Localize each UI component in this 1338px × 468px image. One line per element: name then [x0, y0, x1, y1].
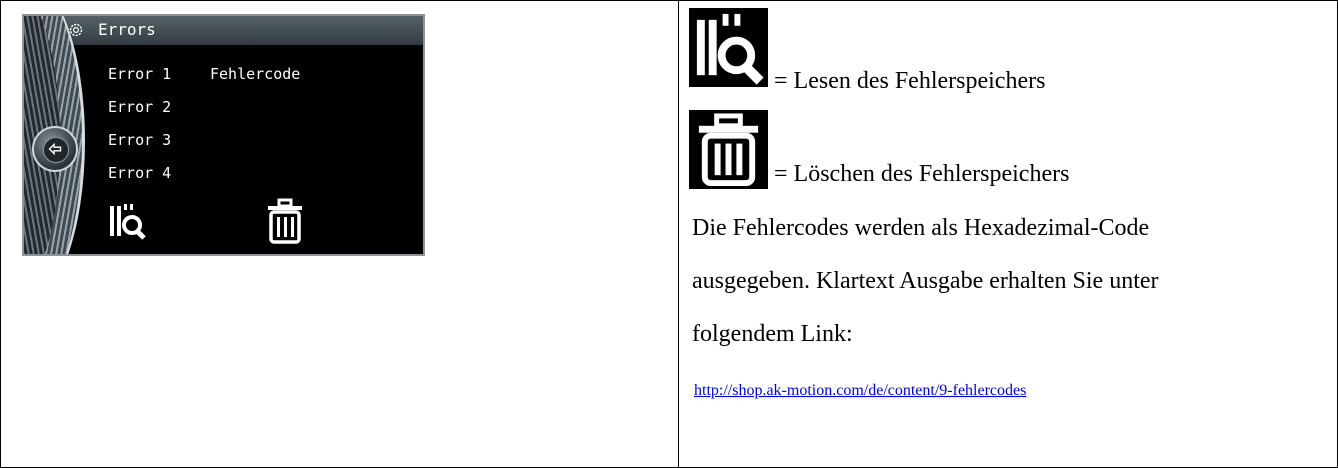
error-item-4[interactable]: Error 4 [108, 164, 171, 182]
table-top-border [0, 0, 1338, 1]
error-code-label: Fehlercode [210, 65, 301, 83]
read-legend-text: = Lesen des Fehlerspeichers [774, 68, 1046, 94]
error-item-3[interactable]: Error 3 [108, 131, 171, 149]
trash-legend-icon [689, 110, 768, 189]
back-icon [43, 137, 69, 163]
trash-icon[interactable] [265, 198, 305, 244]
description-line-2: ausgegeben. Klartext Ausgabe erhalten Si… [692, 268, 1159, 294]
description-line-3: folgendem Link: [692, 321, 853, 347]
error-item-2[interactable]: Error 2 [108, 98, 171, 116]
gear-icon [69, 23, 83, 37]
error-codes-link[interactable]: http://shop.ak-motion.com/de/content/9-f… [694, 382, 1026, 400]
description-line-1: Die Fehlercodes werden als Hexadezimal-C… [692, 215, 1150, 241]
read-error-memory-legend-icon [689, 8, 768, 87]
table-left-border [0, 0, 1, 468]
error-item-1[interactable]: Error 1 [108, 65, 171, 83]
document-table: Errors Error 1 Fehlercode Error 2 Error … [0, 0, 1338, 468]
back-button[interactable] [32, 126, 78, 172]
table-column-divider [678, 0, 679, 468]
read-error-memory-icon[interactable] [108, 200, 148, 240]
screen-title: Errors [98, 20, 156, 39]
device-screen: Errors Error 1 Fehlercode Error 2 Error … [22, 14, 425, 256]
delete-legend-text: = Löschen des Fehlerspeichers [774, 161, 1070, 187]
